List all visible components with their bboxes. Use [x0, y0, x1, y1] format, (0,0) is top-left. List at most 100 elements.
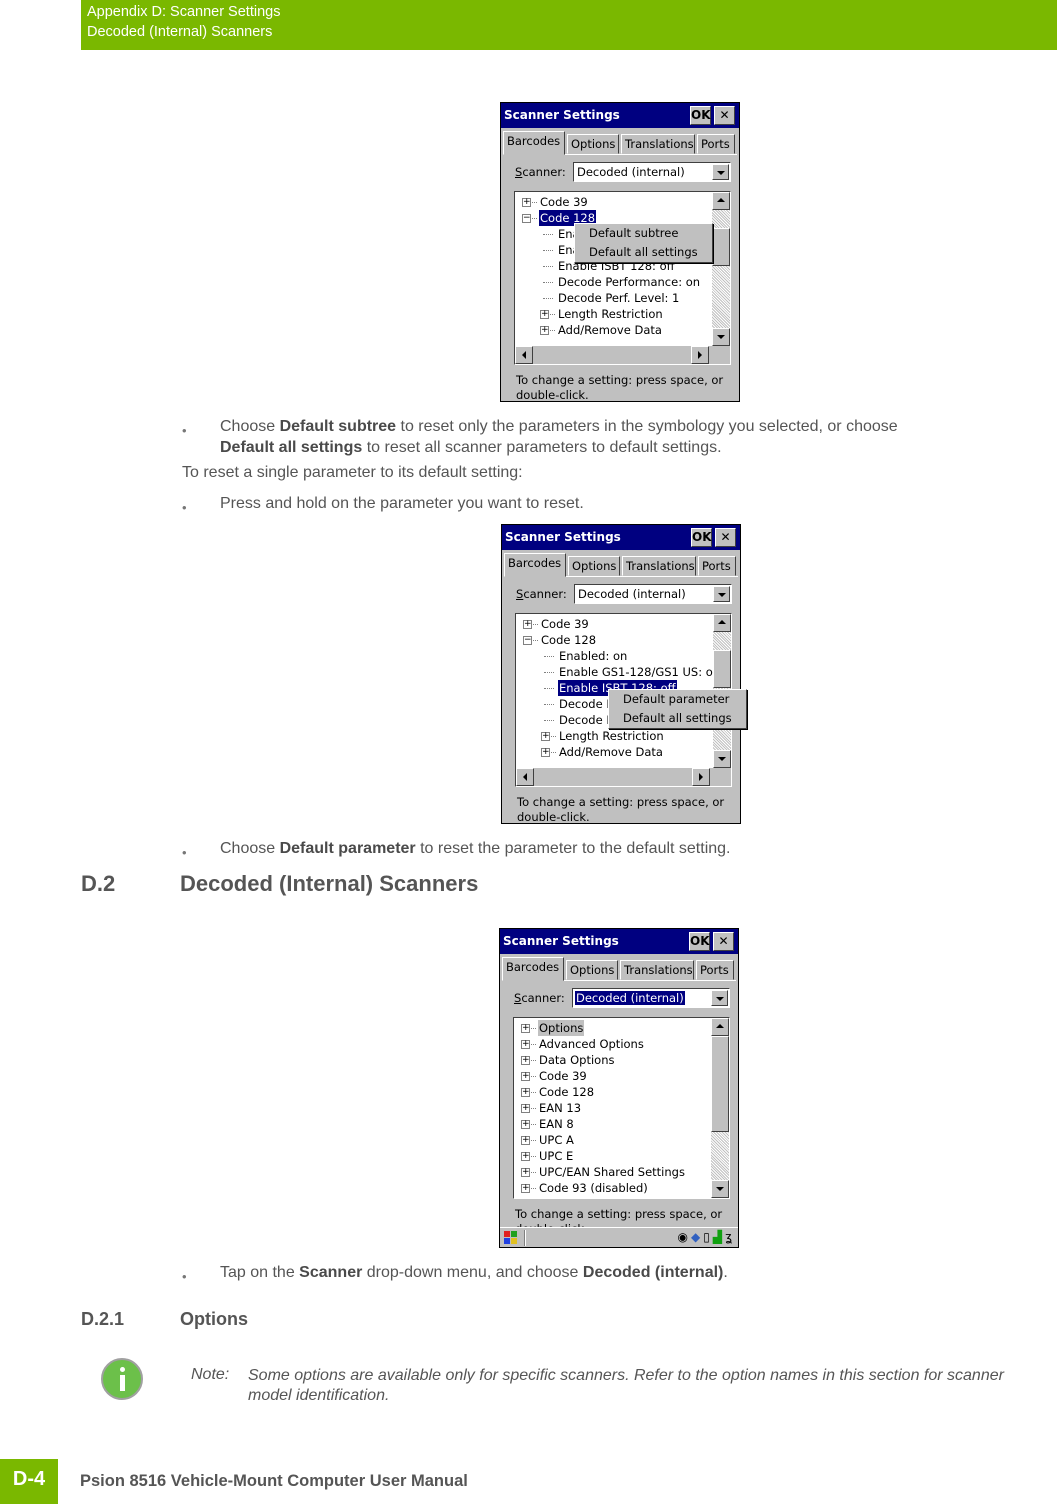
- tree-item[interactable]: + UPC A: [514, 1132, 714, 1148]
- context-menu-item[interactable]: Default subtree: [575, 224, 712, 243]
- scroll-left-button[interactable]: [516, 768, 534, 786]
- scanner-dropdown-value: Decoded (internal): [578, 587, 686, 601]
- tree-item[interactable]: + Add/Remove Data: [515, 322, 715, 338]
- tree-item[interactable]: + Options: [514, 1020, 714, 1036]
- tree-item[interactable]: + Length Restriction: [516, 728, 716, 744]
- scanner-dropdown[interactable]: Decoded (internal): [574, 584, 732, 604]
- tree-item[interactable]: Decode Perf. Level: 1: [515, 290, 715, 306]
- tree-item[interactable]: Enabled: on: [516, 648, 716, 664]
- scroll-thumb[interactable]: [712, 228, 730, 266]
- tab-options[interactable]: Options: [567, 134, 619, 154]
- ok-button[interactable]: OK: [689, 932, 710, 951]
- scroll-down-button[interactable]: [711, 1180, 729, 1198]
- tree-item[interactable]: + Data Options: [514, 1052, 714, 1068]
- signal-icon[interactable]: ▟: [713, 1230, 722, 1244]
- scroll-up-button[interactable]: [711, 1018, 729, 1036]
- tree-item[interactable]: + EAN 8: [514, 1116, 714, 1132]
- expand-icon[interactable]: +: [521, 1072, 530, 1081]
- expand-icon[interactable]: +: [521, 1136, 530, 1145]
- tab-options[interactable]: Options: [568, 556, 620, 576]
- vertical-scrollbar[interactable]: [711, 1018, 729, 1198]
- expand-icon[interactable]: +: [521, 1168, 530, 1177]
- collapse-icon[interactable]: −: [522, 214, 531, 223]
- tab-options[interactable]: Options: [566, 960, 618, 980]
- expand-icon[interactable]: +: [521, 1184, 530, 1193]
- network-icon[interactable]: ◆: [691, 1230, 700, 1244]
- tree-item[interactable]: + EAN 13: [514, 1100, 714, 1116]
- expand-icon[interactable]: +: [521, 1040, 530, 1049]
- horizontal-scrollbar[interactable]: [515, 346, 730, 364]
- tab-ports[interactable]: Ports: [698, 556, 736, 576]
- scroll-up-button[interactable]: [712, 192, 730, 210]
- expand-icon[interactable]: +: [521, 1024, 530, 1033]
- expand-icon[interactable]: +: [523, 620, 532, 629]
- dialog-title-bar: Scanner Settings OK ✕: [501, 103, 739, 128]
- chevron-down-icon[interactable]: [712, 164, 729, 180]
- scroll-thumb[interactable]: [711, 1036, 729, 1132]
- tab-barcodes[interactable]: Barcodes: [502, 957, 564, 981]
- scanner-row: Scanner: Decoded (internal): [502, 577, 740, 609]
- expand-icon[interactable]: +: [521, 1056, 530, 1065]
- expand-icon[interactable]: +: [522, 198, 531, 207]
- vertical-scrollbar[interactable]: [712, 192, 730, 346]
- battery-icon[interactable]: ▯: [703, 1230, 710, 1244]
- tree-item[interactable]: + Advanced Options: [514, 1036, 714, 1052]
- tree-item[interactable]: + UPC/EAN Shared Settings: [514, 1164, 714, 1180]
- expand-icon[interactable]: +: [521, 1088, 530, 1097]
- context-menu-item[interactable]: Default parameter: [609, 690, 746, 709]
- tab-ports[interactable]: Ports: [696, 960, 734, 980]
- scroll-right-button[interactable]: [691, 346, 709, 364]
- tree-item[interactable]: + Code 93 (disabled): [514, 1180, 714, 1196]
- tree-item[interactable]: + Code 39: [515, 194, 715, 210]
- scanner-dropdown[interactable]: Decoded (internal): [573, 162, 731, 182]
- expand-icon[interactable]: +: [540, 326, 549, 335]
- tree-item[interactable]: − Code 128: [516, 632, 716, 648]
- scanner-dropdown[interactable]: Decoded (internal): [572, 988, 730, 1008]
- expand-icon[interactable]: +: [521, 1120, 530, 1129]
- expand-icon[interactable]: +: [521, 1152, 530, 1161]
- collapse-icon[interactable]: −: [523, 636, 532, 645]
- tree-item[interactable]: Decode Performance: on: [515, 274, 715, 290]
- expand-icon[interactable]: +: [541, 748, 550, 757]
- paragraph-reset-single: To reset a single parameter to its defau…: [182, 464, 523, 481]
- context-menu-item[interactable]: Default all settings: [609, 709, 746, 728]
- tree-item-label: Enabled: on: [559, 649, 628, 663]
- ie-icon[interactable]: ◉: [678, 1230, 688, 1244]
- tree-item[interactable]: + Code 39: [514, 1068, 714, 1084]
- chevron-down-icon[interactable]: [713, 586, 730, 602]
- power-plug-icon[interactable]: ʓ: [725, 1230, 732, 1244]
- tree-item[interactable]: + Code 39: [516, 616, 716, 632]
- tab-translations[interactable]: Translations: [621, 134, 695, 154]
- horizontal-scrollbar[interactable]: [516, 768, 731, 786]
- close-button[interactable]: ✕: [714, 106, 735, 125]
- tab-ports[interactable]: Ports: [697, 134, 735, 154]
- scroll-up-button[interactable]: [713, 614, 731, 632]
- scroll-down-button[interactable]: [713, 750, 731, 768]
- scroll-thumb[interactable]: [713, 650, 731, 688]
- tree-item-label: UPC E: [539, 1149, 574, 1163]
- tree-item[interactable]: + UPC E: [514, 1148, 714, 1164]
- chevron-down-icon[interactable]: [711, 990, 728, 1006]
- ok-button[interactable]: OK: [691, 528, 712, 547]
- context-menu-item[interactable]: Default all settings: [575, 243, 712, 262]
- tab-barcodes[interactable]: Barcodes: [504, 553, 566, 577]
- ok-button[interactable]: OK: [690, 106, 711, 125]
- scroll-left-button[interactable]: [515, 346, 533, 364]
- close-button[interactable]: ✕: [715, 528, 736, 547]
- tree-item[interactable]: + Add/Remove Data: [516, 744, 716, 760]
- expand-icon[interactable]: +: [521, 1104, 530, 1113]
- tree-item[interactable]: + Code 128: [514, 1084, 714, 1100]
- tree-item-label: Code 39: [541, 617, 589, 631]
- tab-translations[interactable]: Translations: [620, 960, 694, 980]
- scroll-down-button[interactable]: [712, 328, 730, 346]
- close-button[interactable]: ✕: [713, 932, 734, 951]
- scroll-right-button[interactable]: [692, 768, 710, 786]
- tree-item[interactable]: + Length Restriction: [515, 306, 715, 322]
- expand-icon[interactable]: +: [540, 310, 549, 319]
- start-icon[interactable]: [502, 1230, 520, 1246]
- tree-item[interactable]: Enable GS1-128/GS1 US: on: [516, 664, 720, 680]
- expand-icon[interactable]: +: [541, 732, 550, 741]
- tree-item-label: Decode Perf. Level: 1: [558, 291, 680, 305]
- tab-barcodes[interactable]: Barcodes: [503, 131, 565, 155]
- tab-translations[interactable]: Translations: [622, 556, 696, 576]
